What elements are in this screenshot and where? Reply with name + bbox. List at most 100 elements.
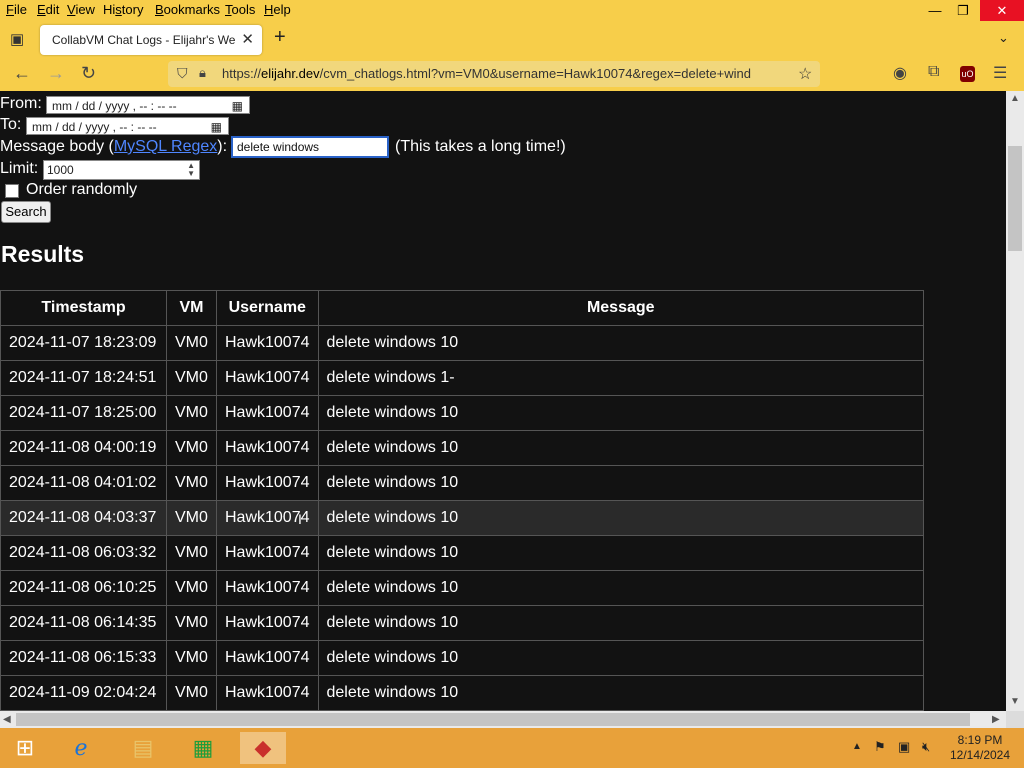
menu-history[interactable]: History xyxy=(103,2,143,17)
horizontal-scrollbar[interactable]: ◀ ▶ xyxy=(0,711,1006,728)
table-row: 2024-11-09 02:04:24 VM0 Hawk10074 delete wi… xyxy=(0,675,924,711)
clock-time: 8:19 PM xyxy=(957,733,1003,747)
menu-file[interactable]: File xyxy=(6,2,27,17)
url-bar[interactable]: ⛉ 🔒︎ https://elijahr.dev/cvm_chatlogs.ht… xyxy=(168,61,820,87)
lock-icon[interactable]: 🔒︎ xyxy=(199,65,206,81)
table-row: 2024-11-08 06:03:32 VM0 Hawk10074 delete wi… xyxy=(0,535,924,571)
calendar-icon[interactable]: ▦ xyxy=(232,97,243,115)
timestamp-cell: 2024-11-08 04:01:02 xyxy=(0,465,167,501)
network-icon[interactable]: ▣ xyxy=(898,739,910,755)
menu-view[interactable]: View xyxy=(67,2,95,17)
forward-button[interactable]: → xyxy=(47,63,65,84)
username-cell: Hawk10074 xyxy=(216,395,319,431)
menu-hamburger-icon[interactable]: ☰ xyxy=(993,63,1007,83)
username-cell: Hawk10074 xyxy=(216,465,319,501)
bookmark-star-icon[interactable]: ☆ xyxy=(798,64,812,84)
timestamp-cell: 2024-11-08 04:00:19 xyxy=(0,430,167,466)
tab-title: CollabVM Chat Logs - Elijahr's Web xyxy=(52,33,236,47)
vertical-scrollbar[interactable]: ▲ ▼ xyxy=(1006,91,1024,711)
back-button[interactable]: ← xyxy=(13,63,31,84)
store-icon[interactable]: ▦ xyxy=(180,732,226,764)
restore-button[interactable]: ❐ xyxy=(946,0,980,21)
page-content: From: mm / dd / yyyy , -- : -- -- ▦ To: … xyxy=(0,91,1006,711)
column-message[interactable]: Message xyxy=(317,290,924,326)
column-vm[interactable]: VM xyxy=(166,290,217,326)
extensions-icon[interactable]: ⧉ xyxy=(928,63,939,81)
username-cell: Hawk10074 xyxy=(216,430,319,466)
message-cell: delete windows 1- xyxy=(317,360,924,396)
internet-explorer-icon[interactable]: ℯ xyxy=(58,732,104,764)
start-windows-icon[interactable]: ⊞ xyxy=(2,732,48,764)
message-cell: delete windows 10 xyxy=(317,605,924,641)
message-cell: delete windows 10 xyxy=(317,395,924,431)
limit-input[interactable]: 1000 ▲ ▼ xyxy=(43,160,200,180)
column-username[interactable]: Username xyxy=(216,290,319,326)
show-hidden-icons-icon[interactable]: ▲ xyxy=(852,741,862,752)
tab-close-icon[interactable]: ✕ xyxy=(241,30,254,48)
list-all-tabs-icon[interactable]: ⌄ xyxy=(998,30,1009,46)
message-cell: delete windows 10 xyxy=(317,465,924,501)
scroll-left-icon[interactable]: ◀ xyxy=(3,714,11,725)
search-button[interactable]: Search xyxy=(1,201,51,223)
action-center-flag-icon[interactable]: ⚑ xyxy=(874,739,886,755)
timestamp-cell: 2024-11-07 18:25:00 xyxy=(0,395,167,431)
tab-strip: ▣ CollabVM Chat Logs - Elijahr's Web ✕ +… xyxy=(0,21,1024,57)
timestamp-cell: 2024-11-08 06:10:25 xyxy=(0,570,167,606)
table-row: 2024-11-08 04:00:19 VM0 Hawk10074 delete wi… xyxy=(0,430,924,466)
regex-note: (This takes a long time!) xyxy=(395,138,566,155)
regex-input-value: delete windows xyxy=(237,140,320,154)
limit-label: Limit: xyxy=(0,160,39,177)
clock[interactable]: 8:19 PM 12/14/2024 xyxy=(948,733,1012,763)
vm-cell: VM0 xyxy=(166,640,217,676)
vm-cell: VM0 xyxy=(166,395,217,431)
username-cell: Hawk10074 xyxy=(216,640,319,676)
timestamp-cell: 2024-11-09 02:04:24 xyxy=(0,675,167,711)
message-cell: delete windows 10 xyxy=(317,640,924,676)
timestamp-cell: 2024-11-08 04:03:37 xyxy=(0,500,167,536)
menu-help[interactable]: Help xyxy=(264,2,291,17)
to-label: To: xyxy=(0,116,22,133)
mysql-regex-link[interactable]: MySQL Regex xyxy=(114,138,217,155)
menu-edit[interactable]: Edit xyxy=(37,2,59,17)
to-datetime-input[interactable]: mm / dd / yyyy , -- : -- -- ▦ xyxy=(26,117,229,135)
navigation-bar: ← → ↻ ⛉ 🔒︎ https://elijahr.dev/cvm_chatl… xyxy=(0,57,1024,91)
vertical-scroll-thumb[interactable] xyxy=(1008,146,1022,251)
table-header-row: Timestamp VM Username Message xyxy=(0,290,924,326)
vm-cell: VM0 xyxy=(166,500,217,536)
column-timestamp[interactable]: Timestamp xyxy=(0,290,167,326)
ublock-icon[interactable]: uO xyxy=(960,66,975,82)
order-randomly-checkbox[interactable] xyxy=(5,184,19,198)
username-cell: Hawk10074 xyxy=(216,535,319,571)
tab-list-icon[interactable]: ▣ xyxy=(10,30,24,48)
regex-input[interactable]: delete windows xyxy=(231,136,389,158)
account-icon[interactable]: ◉ xyxy=(893,63,907,83)
scroll-right-icon[interactable]: ▶ xyxy=(992,714,1000,725)
limit-spinner-icon[interactable]: ▲ ▼ xyxy=(187,162,195,178)
from-datetime-input[interactable]: mm / dd / yyyy , -- : -- -- ▦ xyxy=(46,96,250,114)
tab-active[interactable]: CollabVM Chat Logs - Elijahr's Web ✕ xyxy=(40,25,262,55)
close-window-button[interactable]: ✕ xyxy=(980,0,1024,21)
from-datetime-placeholder: mm / dd / yyyy , -- : -- -- xyxy=(52,99,177,113)
username-cell: Hawk10074 xyxy=(216,500,319,536)
menu-bar: File Edit View History Bookmarks Tools H… xyxy=(0,0,1024,21)
file-explorer-icon[interactable]: ▤ xyxy=(120,732,166,764)
horizontal-scroll-thumb[interactable] xyxy=(16,713,970,726)
menu-tools[interactable]: Tools xyxy=(225,2,255,17)
calendar-icon[interactable]: ▦ xyxy=(211,118,222,136)
vm-cell: VM0 xyxy=(166,605,217,641)
menu-bookmarks[interactable]: Bookmarks xyxy=(155,2,220,17)
firefox-taskbar-icon[interactable]: ◆ xyxy=(240,732,286,764)
reload-button[interactable]: ↻ xyxy=(81,63,96,84)
volume-muted-icon[interactable]: 🔇︎ xyxy=(922,739,930,755)
username-cell: Hawk10074 xyxy=(216,325,319,361)
vm-cell: VM0 xyxy=(166,570,217,606)
url-text: https://elijahr.dev/cvm_chatlogs.html?vm… xyxy=(222,66,751,81)
message-cell: delete windows 10 xyxy=(317,675,924,711)
shield-icon[interactable]: ⛉ xyxy=(177,65,188,82)
scroll-up-icon[interactable]: ▲ xyxy=(1010,93,1020,104)
scroll-down-icon[interactable]: ▼ xyxy=(1010,696,1020,707)
results-table: Timestamp VM Username Message 2024-11-07… xyxy=(0,290,924,711)
message-body-label: Message body (MySQL Regex): xyxy=(0,138,228,155)
new-tab-button[interactable]: + xyxy=(274,26,286,49)
table-row: 2024-11-08 06:10:25 VM0 Hawk10074 delete wi… xyxy=(0,570,924,606)
